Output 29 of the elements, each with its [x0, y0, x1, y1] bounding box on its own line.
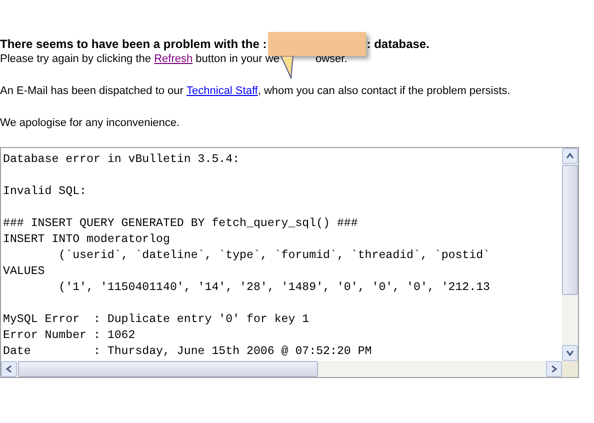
error-line: Error Number : 1062: [3, 328, 136, 344]
scroll-right-icon[interactable]: [546, 361, 562, 377]
retry-text: Please try again by clicking the: [0, 52, 152, 64]
error-text-area[interactable]: [0, 147, 579, 378]
error-heading: There seems to have been a problem with the :: [0, 37, 267, 51]
error-line: INSERT INTO moderatorlog: [3, 232, 171, 248]
error-line: Database error in vBulletin 3.5.4:: [3, 152, 241, 168]
scroll-left-icon[interactable]: [1, 361, 17, 377]
error-line: Invalid SQL:: [3, 184, 88, 200]
email-text: An E-Mail has been dispatched to our: [0, 84, 184, 96]
error-line: ### INSERT QUERY GENERATED BY fetch_query_sql() ###: [3, 216, 359, 232]
horizontal-scrollbar[interactable]: [1, 361, 562, 377]
vertical-scrollbar[interactable]: [562, 148, 578, 361]
error-heading-end: : database.: [366, 37, 430, 51]
refresh-link[interactable]: Refresh: [154, 52, 193, 64]
error-line: ('1', '1150401140', '14', '28', '1489', '0', '0', '0', '212.13: [58, 280, 492, 296]
error-line: Date : Thursday, June 15th 2006 @ 07:52:20 PM: [3, 344, 373, 360]
scrollbar-corner: [562, 361, 578, 377]
error-line: (`userid`, `dateline`, `type`, `forumid`, `threadid`, `postid`: [58, 248, 492, 264]
error-line: MySQL Error : Duplicate entry '0' for key 1: [3, 312, 310, 328]
email-text-end: , whom you can also contact if the problem persists.: [258, 84, 510, 96]
retry-text-tail: owser.: [315, 52, 348, 64]
error-line: VALUES: [3, 264, 46, 280]
retry-text-end: button in your we: [194, 52, 280, 64]
callout-pointer-icon: [280, 56, 294, 79]
apology-text: We apologise for any inconvenience.: [0, 116, 180, 128]
scroll-down-icon[interactable]: [562, 345, 578, 361]
scroll-up-icon[interactable]: [562, 148, 578, 164]
technical-staff-link[interactable]: Technical Staff: [186, 84, 258, 96]
